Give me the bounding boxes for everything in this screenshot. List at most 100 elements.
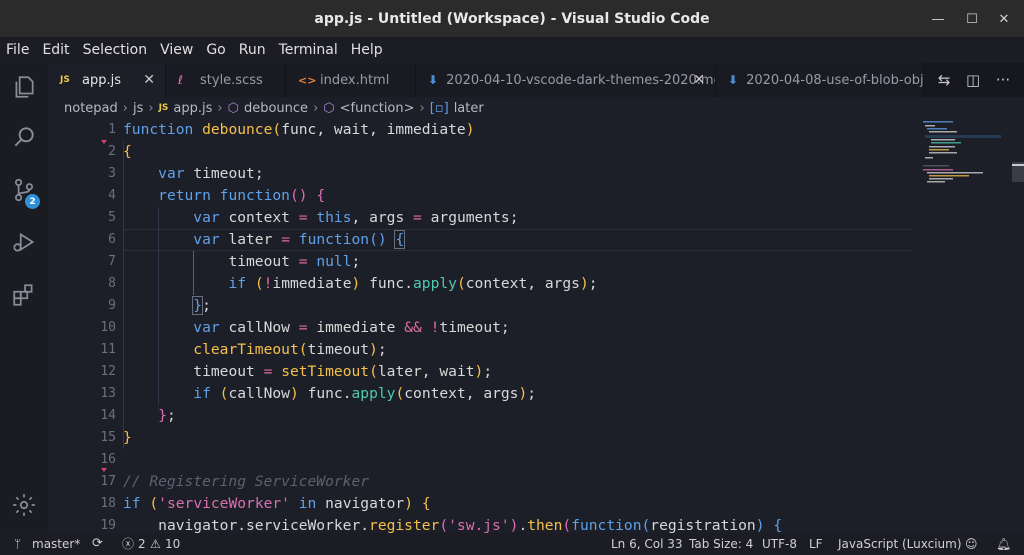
markdown-file-icon: ⬇ — [428, 73, 439, 87]
tab-label: app.js — [82, 72, 121, 88]
split-editor-icon[interactable]: ◫ — [966, 71, 980, 89]
line-number: 2 — [108, 144, 116, 159]
line-number: 6 — [108, 232, 116, 247]
problems-warnings[interactable]: 10 — [165, 533, 180, 555]
chevron-right-icon: › — [122, 100, 128, 116]
code-line: timeout = null; — [228, 253, 361, 270]
close-tab-icon[interactable]: ✕ — [143, 72, 155, 88]
breadcrumb-folder[interactable]: js — [133, 101, 143, 116]
tab-size[interactable]: Tab Size: 4 — [689, 533, 753, 555]
line-number: 5 — [108, 210, 116, 225]
search-button[interactable] — [0, 113, 48, 161]
minimize-button[interactable]: — — [928, 9, 948, 29]
feedback-icon[interactable]: ☺ — [965, 533, 978, 555]
markdown-file-icon: ⬇ — [728, 73, 739, 87]
minimap[interactable] — [913, 119, 1009, 533]
code-editor[interactable]: 1 2 3 4 5 6 7 8 9 10 11 12 13 14 15 16 1… — [48, 119, 1024, 533]
line-number: 1 — [108, 122, 116, 137]
run-debug-button[interactable] — [0, 218, 48, 266]
fold-marker-icon[interactable] — [101, 468, 107, 472]
line-number: 13 — [100, 386, 116, 401]
menu-help[interactable]: Help — [351, 42, 383, 58]
line-number: 7 — [108, 254, 116, 269]
close-tab-icon[interactable]: ✕ — [693, 72, 705, 88]
menu-run[interactable]: Run — [239, 42, 266, 58]
fold-marker-icon[interactable] — [101, 140, 107, 144]
tab-label: 2020-04-10-vscode-dark-themes-2020.md — [446, 72, 716, 88]
code-area[interactable]: function debounce(func, wait, immediate)… — [123, 119, 913, 533]
menu-selection[interactable]: Selection — [83, 42, 148, 58]
chevron-right-icon: › — [419, 100, 425, 116]
js-file-icon: JS — [60, 75, 70, 85]
line-number: 4 — [108, 188, 116, 203]
js-file-icon: JS — [158, 103, 169, 113]
tab-label: 2020-04-08-use-of-blob-obje — [746, 72, 924, 88]
source-control-button[interactable]: 2 — [0, 166, 48, 214]
code-line: if (callNow) func.apply(context, args); — [193, 385, 537, 402]
menu-file[interactable]: File — [6, 42, 29, 58]
code-line: if ('serviceWorker' in navigator) { — [123, 495, 431, 512]
code-line: timeout = setTimeout(later, wait); — [193, 363, 493, 380]
tab-vscode-dark-themes-md[interactable]: ⬇ 2020-04-10-vscode-dark-themes-2020.md … — [416, 63, 716, 97]
maximize-button[interactable]: ☐ — [962, 9, 982, 29]
tab-index-html[interactable]: <> index.html — [286, 63, 416, 97]
sync-icon[interactable]: ⟳ — [92, 533, 103, 555]
title-bar: app.js - Untitled (Workspace) - Visual S… — [0, 0, 1024, 37]
breadcrumb-symbol[interactable]: <function> — [340, 101, 415, 116]
breadcrumb-folder[interactable]: notepad — [64, 101, 118, 116]
code-line: function debounce(func, wait, immediate) — [123, 121, 475, 138]
files-icon — [15, 76, 34, 98]
breadcrumb-file[interactable]: app.js — [173, 101, 212, 116]
gear-icon — [13, 494, 35, 516]
scm-badge: 2 — [25, 194, 40, 209]
problems-errors[interactable]: 2 — [138, 533, 146, 555]
code-line: }; — [158, 407, 176, 424]
language-mode[interactable]: JavaScript (Luxcium) — [838, 533, 962, 555]
notifications-bell-icon[interactable]: 🔔︎ — [996, 533, 1011, 555]
breadcrumb-symbol[interactable]: debounce — [244, 101, 308, 116]
html-file-icon: <> — [298, 73, 317, 87]
extensions-button[interactable] — [0, 271, 48, 319]
menu-go[interactable]: Go — [206, 42, 225, 58]
manage-button[interactable] — [0, 481, 48, 529]
code-line: navigator.serviceWorker.register('sw.js'… — [158, 517, 783, 533]
line-number: 12 — [100, 364, 116, 379]
code-line: }; — [192, 296, 211, 315]
git-branch[interactable]: master* — [32, 533, 80, 555]
close-window-button[interactable]: ✕ — [994, 9, 1014, 29]
menu-edit[interactable]: Edit — [42, 42, 69, 58]
code-line: var timeout; — [158, 165, 264, 182]
line-number: 18 — [100, 496, 116, 511]
tab-label: style.scss — [200, 72, 263, 88]
extensions-icon — [13, 284, 33, 306]
tab-use-of-blob-md[interactable]: ⬇ 2020-04-08-use-of-blob-obje — [716, 63, 924, 97]
menu-bar: File Edit Selection View Go Run Terminal… — [0, 37, 1024, 63]
menu-terminal[interactable]: Terminal — [279, 42, 338, 58]
symbol-function-icon: ⬡ — [227, 100, 239, 116]
code-line: if (!immediate) func.apply(context, args… — [228, 275, 598, 292]
code-line: clearTimeout(timeout); — [193, 341, 387, 358]
line-ending[interactable]: LF — [809, 533, 823, 555]
line-number: 8 — [108, 276, 116, 291]
more-actions-icon[interactable]: ··· — [996, 71, 1010, 89]
debug-icon — [13, 232, 35, 252]
explorer-button[interactable] — [0, 63, 48, 111]
line-number: 10 — [100, 320, 116, 335]
tab-app-js[interactable]: JS app.js ✕ — [48, 63, 166, 97]
tab-style-scss[interactable]: ℓ style.scss — [166, 63, 286, 97]
cursor-position[interactable]: Ln 6, Col 33 — [611, 533, 683, 555]
encoding[interactable]: UTF-8 — [762, 533, 797, 555]
scss-file-icon: ℓ — [178, 73, 183, 87]
line-number: 17 — [100, 474, 116, 489]
breadcrumb-symbol[interactable]: later — [454, 101, 484, 116]
menu-view[interactable]: View — [160, 42, 193, 58]
line-number: 19 — [100, 518, 116, 533]
chevron-right-icon: › — [217, 100, 223, 116]
line-number: 11 — [100, 342, 116, 357]
line-number: 15 — [100, 430, 116, 445]
activity-bar: 2 — [0, 63, 48, 533]
line-number: 9 — [108, 298, 116, 313]
symbol-function-icon: ⬡ — [323, 100, 335, 116]
open-changes-icon[interactable]: ⇆ — [938, 71, 951, 89]
code-line: var callNow = immediate && !timeout; — [193, 319, 510, 336]
